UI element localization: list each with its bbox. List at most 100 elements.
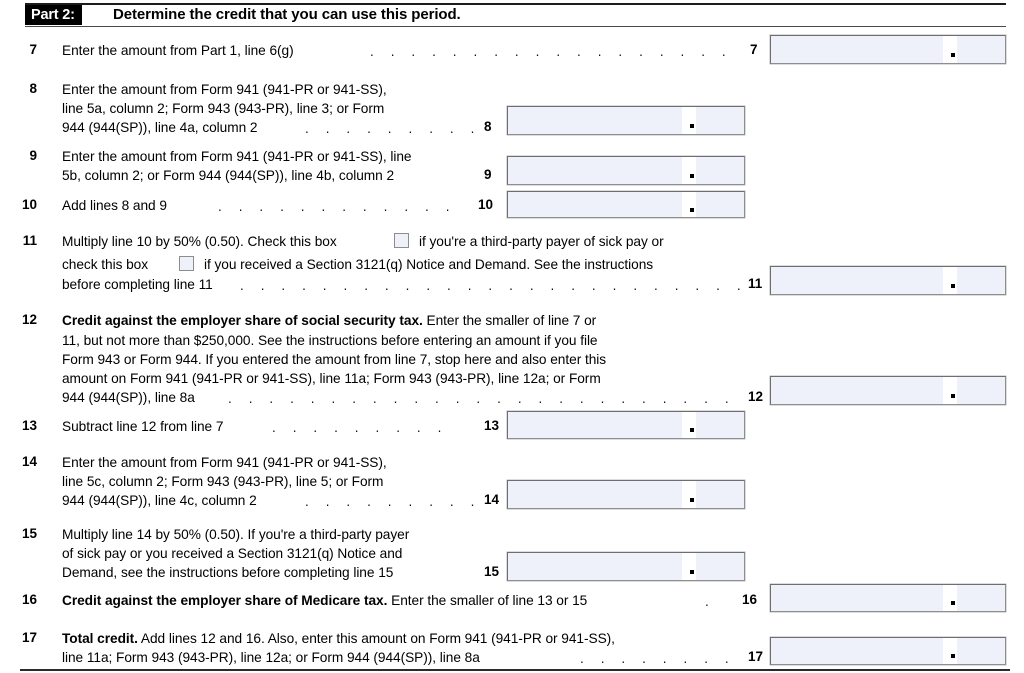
line-12-cents-divider <box>943 377 957 404</box>
line-16-bold-lead: Credit against the employer share of Med… <box>62 593 388 608</box>
line-11-number: 11 <box>22 233 37 248</box>
line-10-text: Add lines 8 and 9 <box>62 198 167 213</box>
line-14-text-2: line 5c, column 2; Form 943 (943-PR), li… <box>62 474 384 489</box>
line-16-decimal-dot <box>951 601 955 605</box>
form-part2-page: Part 2: Determine the credit that you ca… <box>0 0 1024 673</box>
line-7-number: 7 <box>29 42 37 57</box>
line-14-amount-box[interactable] <box>507 480 745 509</box>
line-11-text-b: if you're a third-party payer of sick pa… <box>419 234 664 249</box>
line-17-text-1-rest: Add lines 12 and 16. Also, enter this am… <box>137 631 615 646</box>
part-title: Determine the credit that you can use th… <box>113 6 461 23</box>
line-16-number: 16 <box>21 592 37 607</box>
line-16-leaders: . <box>705 595 716 609</box>
line-12-leaders: . . . . . . . . . . . . . . . . . . . . … <box>228 392 746 406</box>
line-10-decimal-dot <box>690 208 694 212</box>
line-17-decimal-dot <box>951 654 955 658</box>
line-12-text-5: 944 (944(SP)), line 8a <box>62 390 195 405</box>
line-15-text-1: Multiply line 14 by 50% (0.50). If you'r… <box>62 527 410 542</box>
line-17-number: 17 <box>21 630 37 645</box>
line-8-text-1: Enter the amount from Form 941 (941-PR o… <box>62 82 387 97</box>
line-11-decimal-dot <box>951 284 955 288</box>
line-10-amount-box[interactable] <box>507 191 745 218</box>
line-14-box-number: 14 <box>484 492 500 507</box>
line-11-text-c: check this box <box>62 257 149 272</box>
line-11-box-number: 11 <box>748 276 763 291</box>
line-14-text-1: Enter the amount from Form 941 (941-PR o… <box>62 455 387 470</box>
line-11-text-d: if you received a Section 3121(q) Notice… <box>204 257 654 272</box>
line-10-box-number: 10 <box>478 197 494 212</box>
line-8-leaders: . . . . . . . . . <box>305 122 481 136</box>
page-bottom-rule <box>20 669 1010 671</box>
line-9-text-1: Enter the amount from Form 941 (941-PR o… <box>62 149 412 164</box>
line-14-leaders: . . . . . . . . . <box>305 495 481 509</box>
line-17-leaders: . . . . . . . . <box>580 652 736 666</box>
line-9-box-number: 9 <box>484 167 492 182</box>
line-11-text-a: Multiply line 10 by 50% (0.50). Check th… <box>62 234 337 249</box>
line-12-decimal-dot <box>951 394 955 398</box>
line-16-amount-box[interactable] <box>770 584 1006 612</box>
section-3121q-notice-checkbox[interactable] <box>179 256 194 271</box>
line-11-text-e: before completing line 11 <box>62 277 213 292</box>
line-17-amount-box[interactable] <box>770 637 1006 665</box>
line-9-decimal-dot <box>690 174 694 178</box>
line-14-number: 14 <box>21 454 37 469</box>
line-9-amount-box[interactable] <box>507 156 745 185</box>
line-15-decimal-dot <box>690 570 694 574</box>
line-9-cents-divider <box>682 157 696 184</box>
line-16-cents-divider <box>943 585 957 611</box>
line-13-number: 13 <box>21 418 37 433</box>
part-header: Part 2: Determine the credit that you ca… <box>25 5 1006 25</box>
line-12-bold-lead: Credit against the employer share of soc… <box>62 313 423 328</box>
part-number-label: Part 2: <box>25 5 82 25</box>
line-8-amount-box[interactable] <box>507 106 745 135</box>
line-12-box-number: 12 <box>748 389 764 404</box>
line-17-bold-lead: Total credit. <box>62 631 138 646</box>
line-17-box-number: 17 <box>748 649 764 664</box>
line-8-text-3: 944 (944(SP)), line 4a, column 2 <box>62 120 258 135</box>
line-13-leaders: . . . . . . . . . <box>272 421 448 435</box>
line-9-text-2: 5b, column 2; or Form 944 (944(SP)), lin… <box>62 168 395 183</box>
line-7-decimal-dot <box>951 53 955 57</box>
line-7-text: Enter the amount from Part 1, line 6(g) <box>62 43 294 58</box>
line-8-text-2: line 5a, column 2; Form 943 (943-PR), li… <box>62 101 385 116</box>
line-10-leaders: . . . . . . . . . . . . <box>218 200 457 214</box>
third-party-payer-checkbox[interactable] <box>394 233 409 248</box>
line-13-text: Subtract line 12 from line 7 <box>62 419 224 434</box>
line-11-cents-divider <box>943 267 957 294</box>
line-7-cents-divider <box>943 36 957 63</box>
line-13-cents-divider <box>682 412 696 438</box>
line-12-text-3: Form 943 or Form 944. If you entered the… <box>62 352 607 367</box>
line-7-amount-box[interactable] <box>770 35 1006 64</box>
line-16-text-rest: Enter the smaller of line 13 or 15 <box>387 593 588 608</box>
line-16-box-number: 16 <box>742 592 758 607</box>
line-8-number: 8 <box>29 81 37 96</box>
line-13-box-number: 13 <box>484 418 500 433</box>
line-10-cents-divider <box>682 192 696 217</box>
line-17-cents-divider <box>943 638 957 664</box>
header-bottom-rule <box>25 26 1006 27</box>
line-12-text-4: amount on Form 941 (941-PR or 941-SS), l… <box>62 371 601 386</box>
line-15-text-2: of sick pay or you received a Section 31… <box>62 546 403 561</box>
line-15-amount-box[interactable] <box>507 552 745 581</box>
line-15-cents-divider <box>682 553 696 580</box>
line-7-box-number: 7 <box>750 42 758 57</box>
line-17-text-1: Total credit. Add lines 12 and 16. Also,… <box>62 629 752 648</box>
line-8-decimal-dot <box>690 124 694 128</box>
line-17-text-2: line 11a; Form 943 (943-PR), line 12a; o… <box>62 650 480 665</box>
line-13-decimal-dot <box>690 428 694 432</box>
line-16-text: Credit against the employer share of Med… <box>62 591 702 610</box>
line-7-leaders: . . . . . . . . . . . . . . . . . . <box>370 45 733 59</box>
line-15-box-number: 15 <box>484 564 500 579</box>
line-13-amount-box[interactable] <box>507 411 745 439</box>
line-14-cents-divider <box>682 481 696 508</box>
line-12-text-1-rest: Enter the smaller of line 7 or <box>422 313 597 328</box>
line-15-number: 15 <box>21 526 37 541</box>
line-8-cents-divider <box>682 107 696 134</box>
line-10-number: 10 <box>21 197 37 212</box>
line-12-text-1: Credit against the employer share of soc… <box>62 311 752 330</box>
line-11-amount-box[interactable] <box>770 266 1006 295</box>
line-12-text-2: 11, but not more than $250,000. See the … <box>62 333 598 348</box>
line-15-text-3: Demand, see the instructions before comp… <box>62 565 394 580</box>
line-14-text-3: 944 (944(SP)), line 4c, column 2 <box>62 493 257 508</box>
line-12-amount-box[interactable] <box>770 376 1006 405</box>
